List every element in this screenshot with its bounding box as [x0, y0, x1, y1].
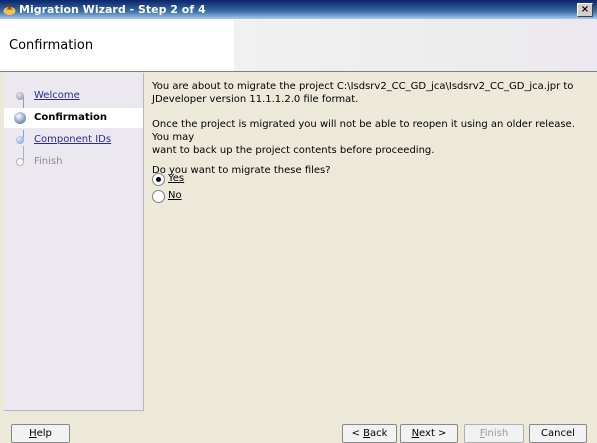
close-icon[interactable]: × [577, 3, 593, 17]
step-finish: Finish [4, 152, 143, 172]
warning-line: want to back up the project contents bef… [152, 145, 435, 156]
step-welcome[interactable]: Welcome [4, 86, 143, 106]
wizard-steps-panel: Welcome Confirmation Component IDs Finis… [4, 73, 144, 411]
page-title: Confirmation [9, 38, 94, 53]
wizard-header: Confirmation [0, 19, 597, 72]
radio-selected-icon[interactable] [152, 173, 165, 186]
migration-notice-line: JDeveloper version 11.1.1.2.0 file forma… [152, 94, 359, 105]
warning-line: Once the project is migrated you will no… [152, 119, 575, 143]
step-label[interactable]: Welcome [34, 90, 80, 101]
step-disabled-icon [16, 158, 24, 166]
app-icon [3, 4, 16, 15]
step-next-icon [16, 136, 24, 144]
back-button[interactable]: < Back [342, 424, 397, 443]
step-component-ids[interactable]: Component IDs [4, 130, 143, 150]
migrate-question: Do you want to migrate these files? [152, 165, 331, 176]
step-confirmation: Confirmation [4, 108, 143, 128]
step-label[interactable]: Component IDs [34, 134, 111, 145]
next-button[interactable]: Next > [400, 424, 458, 443]
radio-unselected-icon[interactable] [152, 190, 165, 203]
step-label: Confirmation [34, 112, 108, 123]
radio-no-label: No [168, 190, 182, 201]
help-button[interactable]: Help [11, 424, 70, 443]
window-title: Migration Wizard - Step 2 of 4 [19, 3, 206, 16]
step-current-icon [14, 112, 26, 124]
step-visited-icon [16, 92, 24, 100]
migration-notice-line: You are about to migrate the project C:\… [152, 81, 574, 92]
step-label: Finish [34, 156, 63, 167]
radio-yes-label: Yes [168, 173, 185, 184]
content-area: You are about to migrate the project C:\… [152, 80, 592, 177]
header-banner [234, 19, 597, 71]
cancel-button[interactable]: Cancel [529, 424, 587, 443]
finish-button: Finish [464, 424, 524, 443]
title-bar[interactable]: Migration Wizard - Step 2 of 4 × [0, 0, 597, 19]
